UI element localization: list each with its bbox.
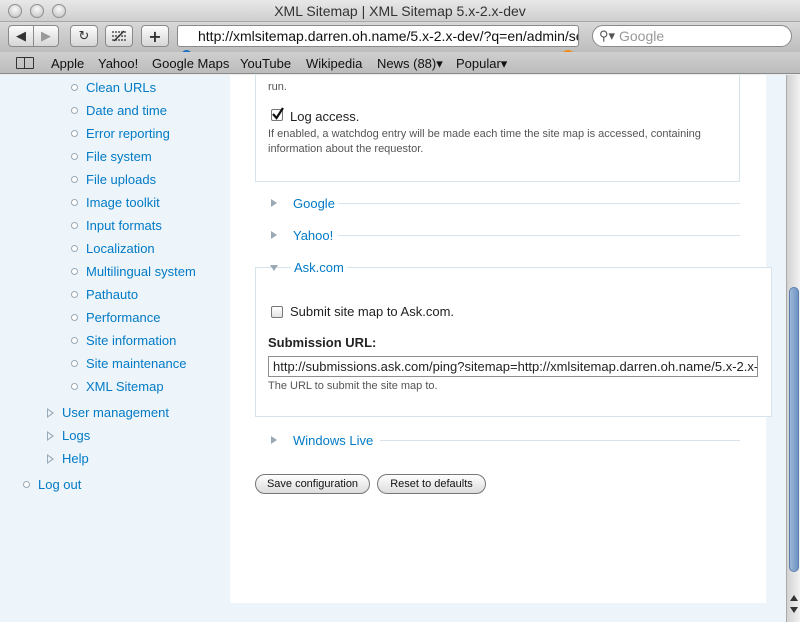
collapsed-arrow-icon [47,454,54,464]
search-field[interactable]: ⚲▾ Google [592,25,792,47]
bookmark-wikipedia[interactable]: Wikipedia [306,56,362,71]
previous-description-tail: run. [268,81,287,93]
sidebar-item-file-system[interactable]: File system [86,149,152,164]
sidebar-item-help[interactable]: Help [62,451,89,466]
snapback-button[interactable] [105,25,133,47]
vertical-scrollbar[interactable] [786,75,800,622]
bookmark-google-maps[interactable]: Google Maps [152,56,229,71]
list-bullet-icon [71,84,78,91]
list-bullet-icon [71,314,78,321]
browser-toolbar: ◀ ▶ ↻ + http://xmlsitemap.darren.oh.name… [0,22,800,64]
list-bullet-icon [71,199,78,206]
log-access-label: Log access. [290,109,360,124]
bookmark-apple[interactable]: Apple [51,56,84,71]
list-bullet-icon [71,153,78,160]
collapsed-arrow-icon [47,431,54,441]
window-title: XML Sitemap | XML Sitemap 5.x-2.x-dev [274,3,526,19]
sidebar-item-logs[interactable]: Logs [62,428,90,443]
sidebar-item-log-out[interactable]: Log out [38,477,81,492]
bookmark-youtube[interactable]: YouTube [240,56,291,71]
bookmarks-book-icon[interactable] [16,57,34,69]
sidebar-item-localization[interactable]: Localization [86,241,155,256]
fieldset-legend-ask[interactable]: Ask.com [291,260,347,275]
scroll-down-arrow-icon[interactable] [790,607,798,613]
search-icon: ⚲▾ [599,28,616,43]
fieldset-legend-google[interactable]: Google [293,196,335,211]
submission-url-label: Submission URL: [268,335,377,350]
scroll-up-arrow-icon[interactable] [790,595,798,601]
sidebar-item-pathauto[interactable]: Pathauto [86,287,138,302]
sidebar-item-error-reporting[interactable]: Error reporting [86,126,170,141]
sidebar-item-performance[interactable]: Performance [86,310,160,325]
search-placeholder: Google [619,28,665,44]
list-bullet-icon [71,245,78,252]
collapse-arrow-icon [270,265,278,271]
expand-arrow-icon [271,231,277,239]
page-viewport: Clean URLs Date and time Error reporting… [0,75,786,622]
fieldset-divider [338,235,740,236]
submission-url-input[interactable]: http://submissions.ask.com/ping?sitemap=… [268,356,758,377]
submit-ask-checkbox[interactable] [271,306,283,318]
list-bullet-icon [71,337,78,344]
collapsed-arrow-icon [47,408,54,418]
sidebar-item-user-management[interactable]: User management [62,405,169,420]
bookmark-news[interactable]: News (88)▾ [377,56,443,72]
back-button[interactable]: ◀ [8,25,34,47]
save-configuration-button[interactable]: Save configuration [255,474,370,494]
sidebar-item-file-uploads[interactable]: File uploads [86,172,156,187]
bookmark-yahoo[interactable]: Yahoo! [98,56,138,71]
sidebar-item-clean-urls[interactable]: Clean URLs [86,80,156,95]
expand-arrow-icon [271,199,277,207]
window-title-bar: XML Sitemap | XML Sitemap 5.x-2.x-dev [0,0,800,22]
scrollbar-thumb[interactable] [789,287,799,572]
reload-button[interactable]: ↻ [70,25,98,47]
list-bullet-icon [71,222,78,229]
bottom-gutter [230,603,766,622]
list-bullet-icon [23,481,30,488]
expand-arrow-icon [271,436,277,444]
list-bullet-icon [71,176,78,183]
snapback-icon [112,30,126,42]
fieldset-divider [338,203,740,204]
list-bullet-icon [71,107,78,114]
back-arrow-icon: ◀ [16,28,26,44]
bookmarks-bar: Apple Yahoo! Google Maps YouTube Wikiped… [0,52,800,74]
sidebar-item-image-toolkit[interactable]: Image toolkit [86,195,160,210]
fieldset-legend-windows-live[interactable]: Windows Live [293,433,373,448]
list-bullet-icon [71,360,78,367]
log-access-description-line-2: information about the requestor. [268,143,424,155]
sidebar-item-input-formats[interactable]: Input formats [86,218,162,233]
address-bar[interactable]: http://xmlsitemap.darren.oh.name/5.x-2.x… [177,25,579,47]
sidebar-item-site-information[interactable]: Site information [86,333,176,348]
list-bullet-icon [71,268,78,275]
submission-url-description: The URL to submit the site map to. [268,380,438,392]
checkmark-icon [272,107,284,120]
add-bookmark-button[interactable]: + [141,25,169,47]
list-bullet-icon [71,383,78,390]
log-access-description-line-1: If enabled, a watchdog entry will be mad… [268,128,701,140]
list-bullet-icon [71,130,78,137]
reload-icon: ↻ [78,28,90,44]
submit-ask-label: Submit site map to Ask.com. [290,304,455,319]
fieldset-legend-yahoo[interactable]: Yahoo! [293,228,333,243]
reset-to-defaults-button[interactable]: Reset to defaults [377,474,486,494]
forward-arrow-icon: ▶ [41,28,51,44]
sidebar-item-date-and-time[interactable]: Date and time [86,103,167,118]
bookmark-popular[interactable]: Popular▾ [456,56,507,72]
sidebar-item-multilingual-system[interactable]: Multilingual system [86,264,196,279]
sidebar-item-xml-sitemap[interactable]: XML Sitemap [86,379,164,394]
fieldset-divider [380,440,740,441]
log-access-checkbox[interactable] [271,107,284,121]
list-bullet-icon [71,291,78,298]
forward-button[interactable]: ▶ [33,25,59,47]
sidebar-item-site-maintenance[interactable]: Site maintenance [86,356,186,371]
